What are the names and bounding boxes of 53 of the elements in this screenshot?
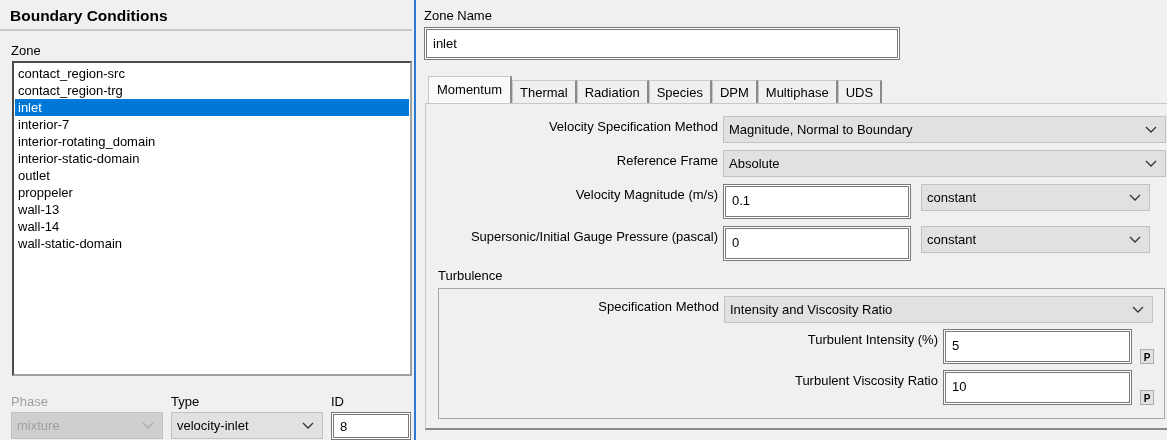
chevron-down-icon xyxy=(142,422,154,429)
field-label: Velocity Specification Method xyxy=(547,118,718,134)
field-label: Turbulent Viscosity Ratio xyxy=(793,372,938,388)
list-item[interactable]: wall-13 xyxy=(15,201,409,218)
field-label: Zone xyxy=(11,43,42,59)
field-label: Specification Method xyxy=(597,298,719,314)
tab[interactable]: Multiphase xyxy=(757,80,838,103)
field-label: ID xyxy=(331,394,345,410)
input-field[interactable]: 0.1 xyxy=(723,184,911,219)
input-field[interactable]: 8 xyxy=(331,412,411,440)
chevron-down-icon xyxy=(1129,194,1141,201)
tab[interactable]: DPM xyxy=(711,80,758,103)
tab[interactable]: Radiation xyxy=(576,80,649,103)
tab[interactable]: Species xyxy=(648,80,712,103)
list-item[interactable]: interior-7 xyxy=(15,116,409,133)
field-label: Supersonic/Initial Gauge Pressure (pascal) xyxy=(469,228,718,244)
list-item[interactable]: contact_region-src xyxy=(15,65,409,82)
input-field[interactable]: 0 xyxy=(723,226,911,261)
dropdown[interactable]: Intensity and Viscosity Ratio xyxy=(724,296,1153,323)
chevron-down-icon xyxy=(302,422,314,429)
chevron-down-icon xyxy=(1132,306,1144,313)
list-item[interactable]: outlet xyxy=(15,167,409,184)
input-field[interactable]: 5 xyxy=(943,329,1132,364)
field-label: Type xyxy=(171,394,201,410)
list-item[interactable]: contact_region-trg xyxy=(15,82,409,99)
dropdown[interactable]: Magnitude, Normal to Boundary xyxy=(723,116,1166,143)
parameter-button[interactable]: P xyxy=(1140,390,1154,405)
field-label: Turbulent Intensity (%) xyxy=(806,331,938,347)
chevron-down-icon xyxy=(1145,160,1157,167)
list-item[interactable]: interior-rotating_domain xyxy=(15,133,409,150)
list-item[interactable]: proppeler xyxy=(15,184,409,201)
dropdown[interactable]: velocity-inlet xyxy=(171,412,323,439)
field-label: Zone Name xyxy=(424,8,493,24)
chevron-down-icon xyxy=(1145,126,1157,133)
dropdown[interactable]: constant xyxy=(921,226,1150,253)
parameter-button[interactable]: P xyxy=(1140,349,1154,364)
field-label: Velocity Magnitude (m/s) xyxy=(574,186,718,202)
list-item[interactable]: wall-14 xyxy=(15,218,409,235)
tab[interactable]: UDS xyxy=(837,80,883,103)
dropdown[interactable]: constant xyxy=(921,184,1150,211)
list-item[interactable]: interior-static-domain xyxy=(15,150,409,167)
field-label: Reference Frame xyxy=(615,152,718,168)
dropdown[interactable]: Absolute xyxy=(723,150,1166,177)
tab[interactable]: Momentum xyxy=(428,76,513,103)
panel-title: Boundary Conditions xyxy=(0,0,412,31)
input-field[interactable]: inlet xyxy=(424,27,900,60)
field-label: Phase xyxy=(11,394,49,410)
tab[interactable]: Thermal xyxy=(512,80,577,103)
group-title: Turbulence xyxy=(438,268,504,284)
chevron-down-icon xyxy=(1129,236,1141,243)
list-item[interactable]: wall-static-domain xyxy=(15,235,409,252)
list-item[interactable]: inlet xyxy=(15,99,409,116)
input-field[interactable]: 10 xyxy=(943,370,1132,405)
